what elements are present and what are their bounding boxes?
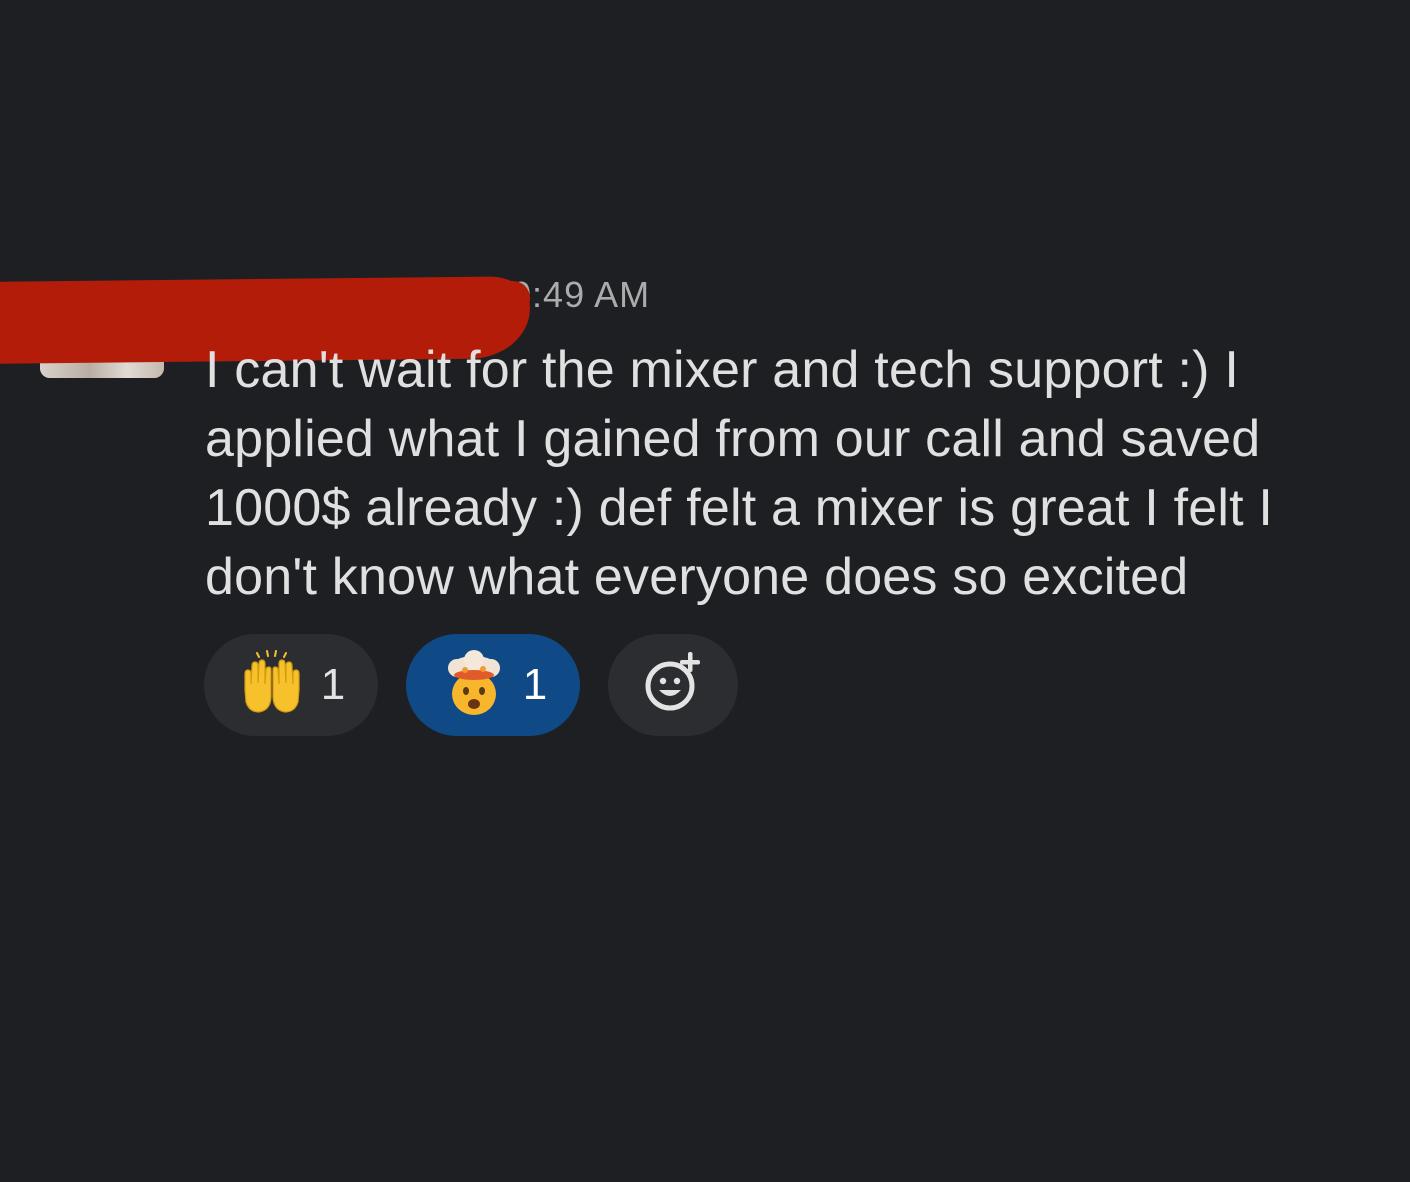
- add-reaction-icon: [638, 648, 708, 723]
- add-reaction-button[interactable]: [608, 634, 738, 736]
- redaction-mark-tail: [380, 281, 530, 321]
- reaction-bar: 1 1: [204, 634, 738, 736]
- raising-hands-emoji-icon: [237, 650, 307, 720]
- reaction-raising-hands[interactable]: 1: [204, 634, 378, 736]
- message: 10:49 AM I can't wait for the mixer and …: [0, 0, 1410, 1182]
- exploding-head-emoji-icon: [439, 650, 509, 720]
- message-body: I can't wait for the mixer and tech supp…: [205, 341, 1274, 606]
- reaction-count: 1: [522, 660, 548, 709]
- reaction-exploding-head[interactable]: 1: [406, 634, 580, 736]
- reaction-count: 1: [320, 660, 346, 709]
